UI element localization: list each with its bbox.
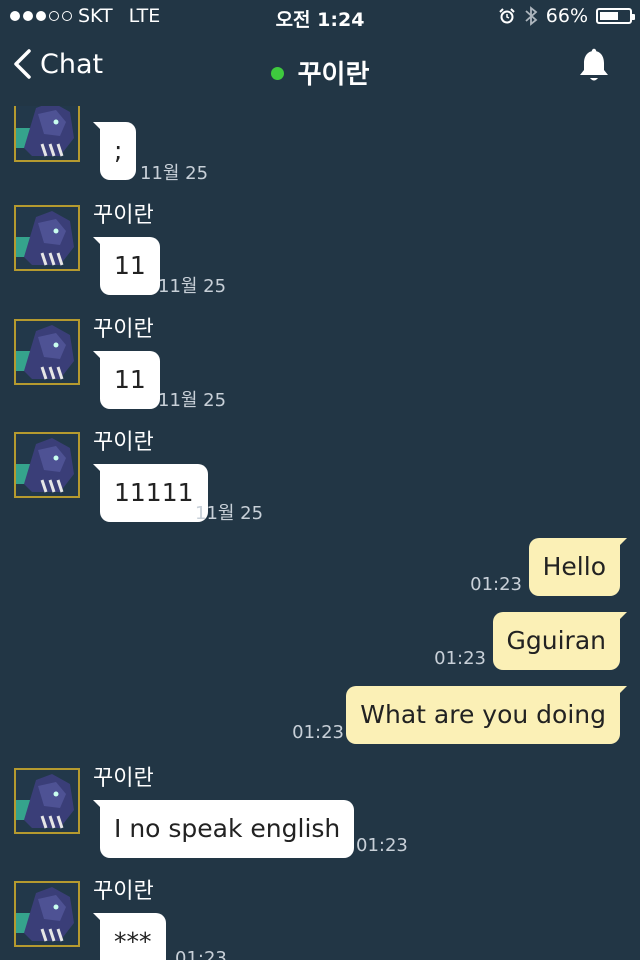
- message-text: 11: [114, 251, 146, 280]
- sender-name: 꾸이란: [93, 766, 154, 791]
- message-text: What are you doing: [360, 700, 606, 729]
- alarm-icon: [499, 8, 515, 24]
- battery-icon: [596, 8, 635, 24]
- sender-name: 꾸이란: [93, 430, 154, 455]
- message-text: ***: [114, 927, 152, 956]
- message-bubble[interactable]: I no speak english: [92, 800, 355, 858]
- message-time: 01:23: [292, 722, 344, 743]
- message-text: Hello: [542, 552, 606, 581]
- message-bubble[interactable]: Gguiran: [492, 612, 628, 670]
- chat-screen: ; 11월 25 꾸이란 11 11월 25 꾸이란 11 11월 25 꾸이란…: [0, 0, 640, 960]
- message-bubble[interactable]: 11: [93, 237, 160, 295]
- status-bar: SKT LTE 오전 1:24 66%: [0, 0, 640, 34]
- message-bubble[interactable]: ;: [92, 122, 137, 180]
- avatar[interactable]: [14, 432, 80, 498]
- avatar[interactable]: [14, 205, 80, 271]
- message-bubble[interactable]: What are you doing: [346, 686, 627, 744]
- message-text: Gguiran: [506, 626, 606, 655]
- online-status-icon: [270, 67, 284, 80]
- message-text: 11111: [114, 478, 194, 507]
- sender-name: 꾸이란: [93, 879, 154, 904]
- nav-bar: Chat 꾸이란: [0, 34, 640, 106]
- sender-name: 꾸이란: [93, 203, 154, 228]
- avatar-image: [16, 98, 78, 160]
- message-time: 11월 25: [158, 390, 227, 411]
- message-time: 11월 25: [158, 276, 227, 297]
- message-text: 11: [114, 365, 146, 394]
- avatar-image: [16, 434, 78, 496]
- message-text: I no speak english: [114, 814, 341, 843]
- avatar[interactable]: [14, 319, 80, 385]
- status-icons: 66%: [498, 5, 635, 27]
- message-text: ;: [114, 136, 123, 165]
- message-time: 11월 25: [140, 163, 209, 184]
- message-time: 01:23: [356, 835, 408, 856]
- battery-percent: 66%: [545, 5, 588, 27]
- chat-title: 꾸이란: [0, 54, 640, 91]
- sender-name: 꾸이란: [93, 317, 154, 342]
- avatar-image: [16, 770, 78, 832]
- message-bubble[interactable]: 11111: [93, 464, 208, 522]
- avatar-image: [16, 883, 78, 945]
- message-bubble[interactable]: 11: [93, 351, 160, 409]
- battery-level: [600, 12, 619, 20]
- bell-icon: [580, 48, 608, 81]
- avatar-image: [16, 207, 78, 269]
- avatar-image: [16, 321, 78, 383]
- avatar[interactable]: [14, 768, 80, 834]
- message-bubble[interactable]: Hello: [528, 538, 628, 596]
- message-bubble[interactable]: ***: [93, 913, 166, 960]
- notification-button[interactable]: [578, 48, 610, 88]
- message-time: 01:23: [434, 648, 486, 669]
- message-time: 11월 25: [195, 503, 264, 524]
- chat-partner-name: 꾸이란: [297, 60, 370, 90]
- avatar[interactable]: [14, 881, 80, 947]
- message-time: 01:23: [175, 948, 227, 960]
- message-time: 01:23: [470, 574, 522, 595]
- bluetooth-icon: [525, 6, 538, 26]
- message-list[interactable]: ; 11월 25 꾸이란 11 11월 25 꾸이란 11 11월 25 꾸이란…: [0, 0, 640, 960]
